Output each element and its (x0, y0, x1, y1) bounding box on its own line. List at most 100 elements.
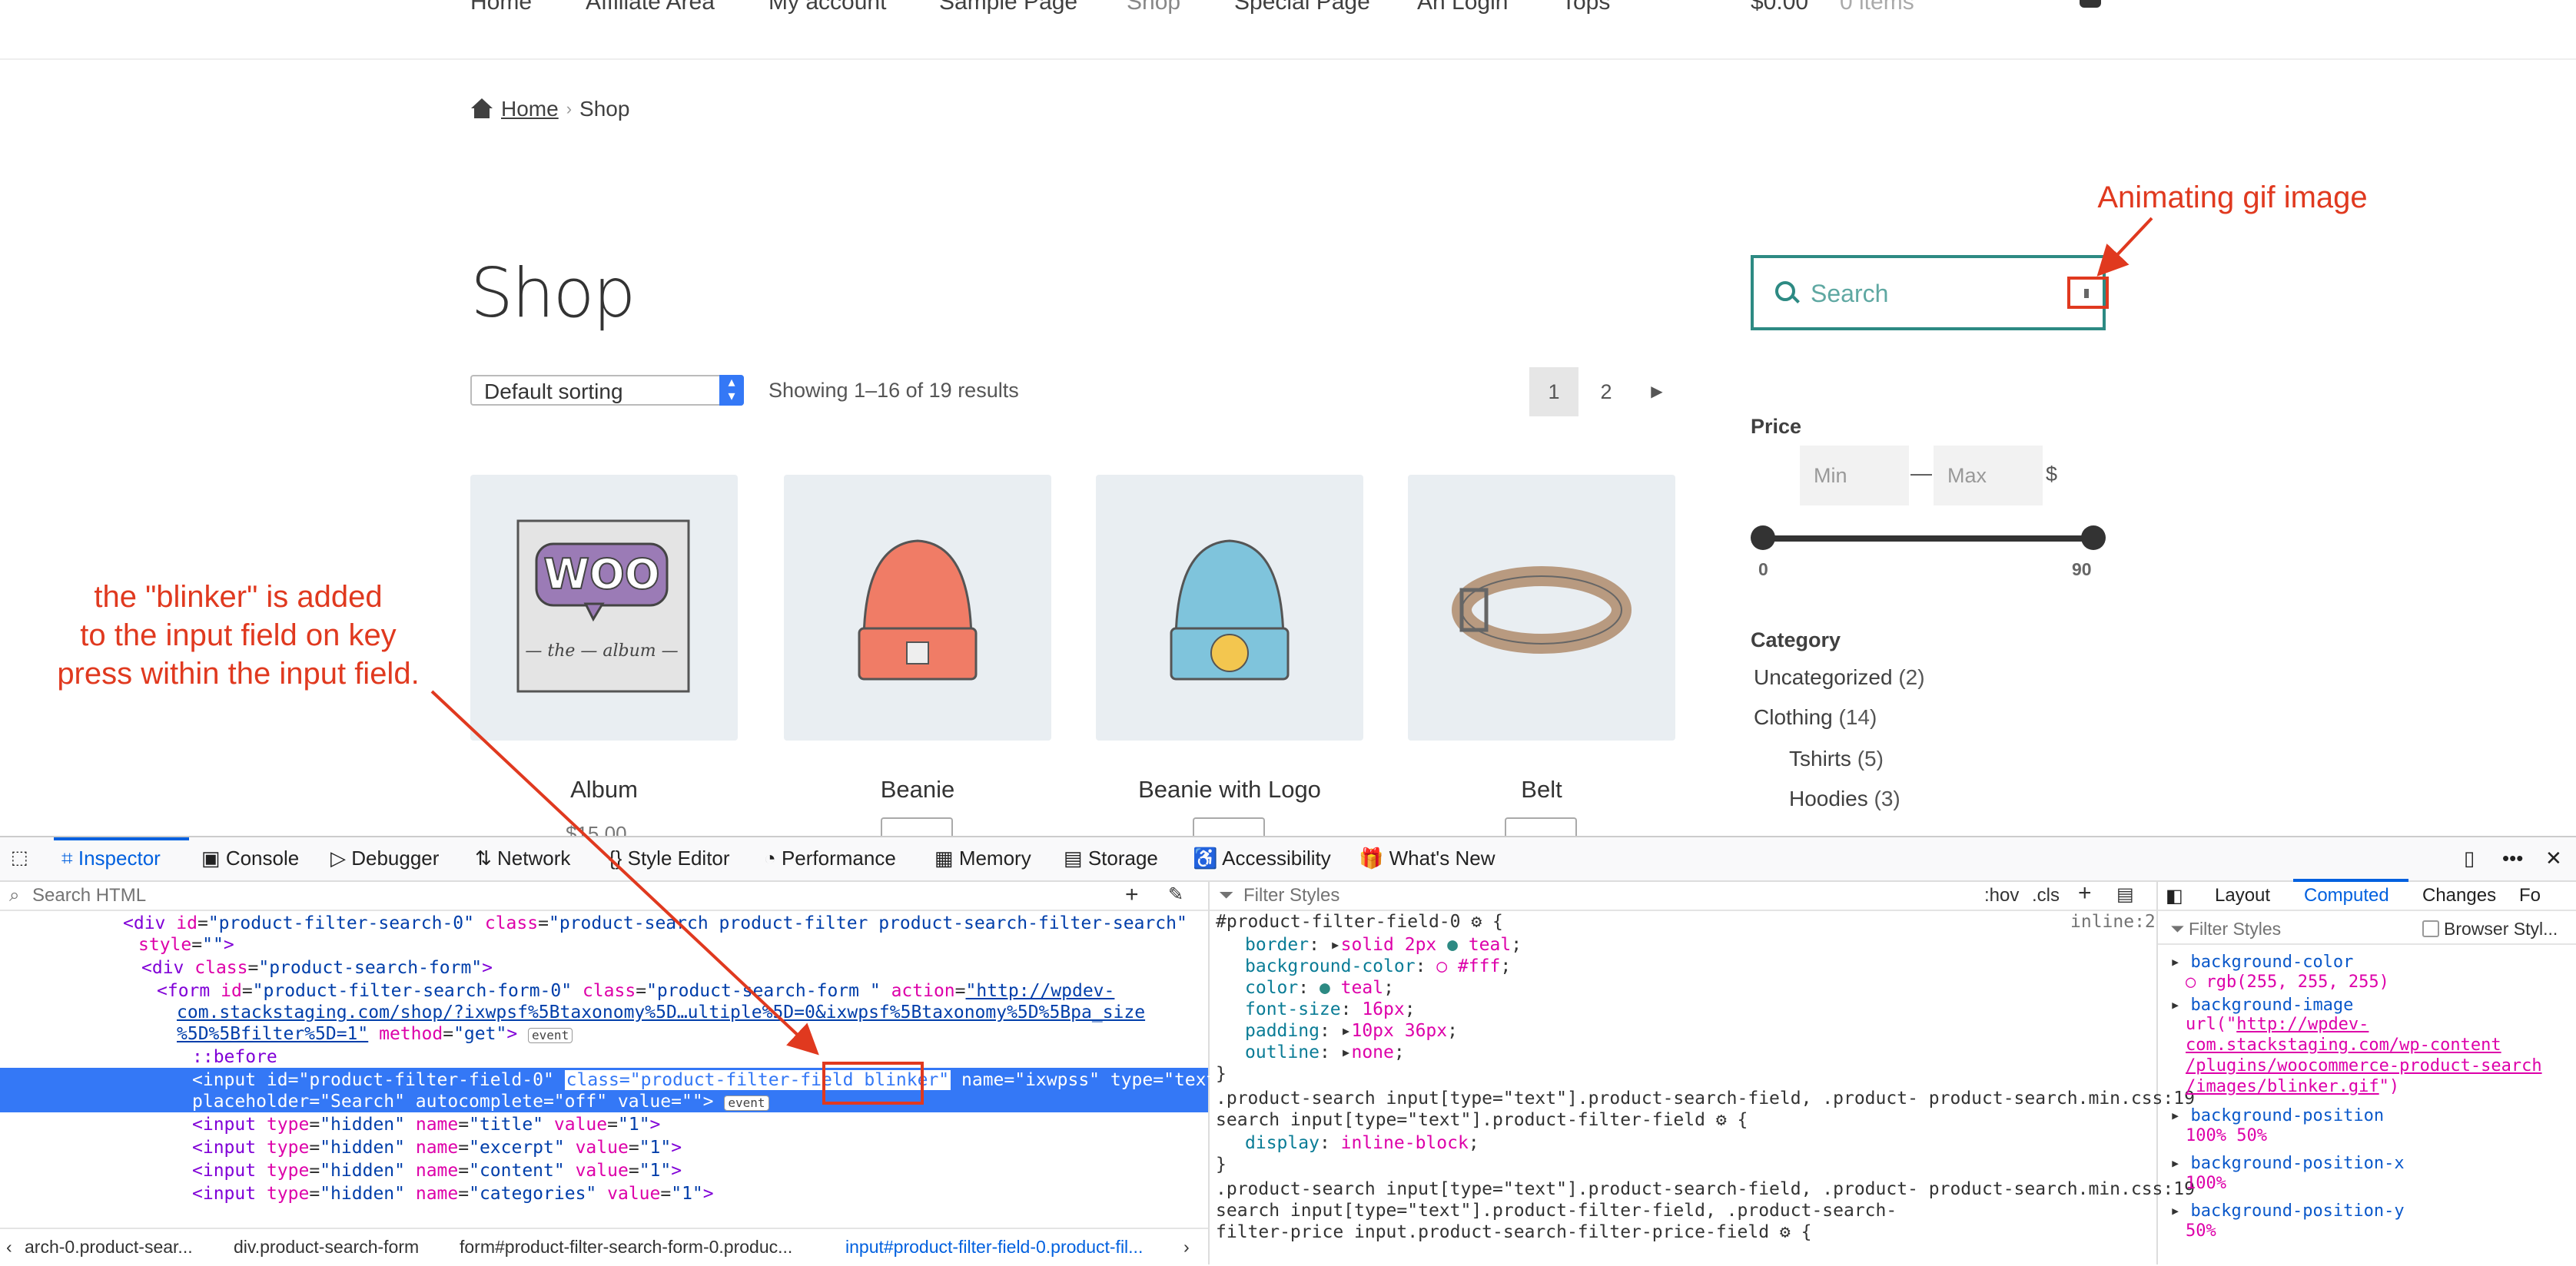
product-name-beanie[interactable]: Beanie (784, 776, 1051, 804)
tab-network[interactable]: ⇅ Network (475, 847, 570, 870)
nav-an-login[interactable]: An Login (1417, 0, 1508, 15)
markup-line-selected[interactable]: <input id="product-filter-field-0" class… (192, 1069, 1227, 1092)
rule-declaration[interactable]: background-color: ○ #fff; (1245, 956, 1511, 978)
tab-accessibility[interactable]: ♿ Accessibility (1193, 847, 1331, 870)
price-slider-min-handle[interactable] (1751, 525, 1775, 550)
breadcrumb-node[interactable]: arch-0.product-sear... (25, 1237, 193, 1258)
rule-selector[interactable]: #product-filter-field-0 ⚙ { (1216, 911, 1503, 933)
page-2-link[interactable]: 2 (1582, 367, 1631, 416)
price-slider-max-handle[interactable] (2081, 525, 2106, 550)
markup-line[interactable]: ::before (192, 1046, 277, 1069)
rule-declaration[interactable]: border: ▸solid 2px ● teal; (1245, 934, 1522, 956)
markup-line[interactable]: <input type="hidden" name="content" valu… (192, 1160, 682, 1182)
rule-selector[interactable]: .product-search input[type="text"].produ… (1216, 1178, 2195, 1201)
markup-line[interactable]: <input type="hidden" name="title" value=… (192, 1114, 660, 1136)
cart-total[interactable]: $0.00 (1751, 0, 1808, 15)
tab-whats-new[interactable]: 🎁 What's New (1359, 847, 1495, 870)
nav-sample-page[interactable]: Sample Page (939, 0, 1077, 15)
tab-console[interactable]: ▣ Console (201, 847, 299, 870)
nav-tops[interactable]: Tops (1562, 0, 1610, 15)
sorting-select[interactable]: Default sorting ▴ ▾ (470, 375, 744, 406)
computed-property[interactable]: ▸ background-position-y (2170, 1200, 2405, 1222)
add-rule-icon[interactable]: + (2078, 880, 2092, 906)
rule-declaration[interactable]: outline: ▸none; (1245, 1042, 1405, 1064)
rule-declaration[interactable]: padding: ▸10px 36px; (1245, 1020, 1458, 1042)
nav-special-page[interactable]: Special Page (1234, 0, 1370, 15)
tab-changes[interactable]: Changes (2422, 885, 2496, 906)
class-toggle[interactable]: .cls (2032, 885, 2060, 906)
browser-styles-checkbox[interactable] (2422, 920, 2439, 937)
tab-memory[interactable]: ▦ Memory (934, 847, 1031, 870)
price-slider-track[interactable] (1763, 535, 2093, 542)
rule-declaration[interactable]: font-size: 16px; (1245, 999, 1416, 1021)
breadcrumb-node-selected[interactable]: input#product-filter-field-0.product-fil… (845, 1237, 1143, 1258)
chevron-left-icon[interactable]: ‹ (6, 1237, 12, 1258)
product-image-beanie[interactable] (784, 475, 1051, 741)
tab-inspector[interactable]: ⌗ Inspector (61, 847, 161, 871)
computed-filter-input[interactable]: Filter Styles (2189, 919, 2281, 940)
caret-right-icon[interactable]: ▶ (1632, 367, 1681, 416)
product-name-beanie-with-logo[interactable]: Beanie with Logo (1096, 776, 1363, 804)
tab-computed[interactable]: Computed (2304, 885, 2389, 906)
product-search-input[interactable]: Search (1751, 255, 2106, 330)
product-name-album[interactable]: Album (470, 776, 738, 804)
element-picker-icon[interactable]: ⬚ (11, 847, 28, 869)
product-name-belt[interactable]: Belt (1408, 776, 1675, 804)
tab-layout[interactable]: Layout (2215, 885, 2270, 906)
rule-selector[interactable]: .product-search input[type="text"].produ… (1216, 1088, 2195, 1110)
markup-line[interactable]: com.stackstaging.com/shop/?ixwpsf%5Btaxo… (177, 1002, 1145, 1024)
rule-declaration[interactable]: color: ● teal; (1245, 977, 1394, 999)
rule-selector[interactable]: search input[type="text"].product-filter… (1216, 1200, 1897, 1222)
nav-shop[interactable]: Shop (1127, 0, 1180, 15)
markup-line[interactable]: <div class="product-search-form"> (141, 957, 493, 979)
close-icon[interactable]: ✕ (2545, 847, 2562, 870)
breadcrumb-node[interactable]: form#product-filter-search-form-0.produc… (460, 1237, 792, 1258)
category-hoodies[interactable]: Hoodies (3) (1789, 787, 1900, 811)
hover-state-toggle[interactable]: :hov (1984, 885, 2019, 906)
filter-styles-input[interactable]: Filter Styles (1243, 885, 1339, 906)
more-options-icon[interactable]: ••• (2502, 847, 2523, 870)
rule-selector[interactable]: search input[type="text"].product-filter… (1216, 1109, 1748, 1132)
markup-line-selected[interactable]: placeholder="Search" autocomplete="off" … (192, 1091, 769, 1113)
rule-selector[interactable]: filter-price input.product-search-filter… (1216, 1221, 1811, 1244)
eyedropper-icon[interactable]: ✎ (1168, 883, 1183, 906)
markup-line[interactable]: <div id="product-filter-search-0" class=… (123, 913, 1187, 935)
tab-debugger[interactable]: ▷ Debugger (330, 847, 439, 870)
basket-icon[interactable] (2080, 0, 2101, 8)
tab-fonts[interactable]: Fo (2519, 885, 2541, 906)
computed-property[interactable]: ▸ background-image (2170, 994, 2353, 1016)
search-html-input[interactable]: Search HTML (32, 885, 146, 906)
markup-line[interactable]: <form id="product-filter-search-form-0" … (157, 980, 1114, 1003)
cart-item-count[interactable]: 0 items (1840, 0, 1914, 15)
computed-property[interactable]: ▸ background-position (2170, 1105, 2384, 1127)
price-min-input[interactable]: Min (1800, 446, 1909, 505)
computed-property[interactable]: ▸ background-position-x (2170, 1152, 2405, 1175)
category-tshirts[interactable]: Tshirts (5) (1789, 747, 1884, 771)
nav-affiliate-area[interactable]: Affiliate Area (586, 0, 715, 15)
toggle-sidebar-icon[interactable]: ◧ (2166, 885, 2183, 907)
dock-icon[interactable]: ▯ (2464, 847, 2475, 870)
price-max-input[interactable]: Max (1934, 446, 2043, 505)
chevron-right-icon[interactable]: › (1183, 1237, 1190, 1258)
computed-property[interactable]: ▸ background-color (2170, 951, 2353, 973)
nav-home[interactable]: Home (470, 0, 532, 15)
product-image-beanie-with-logo[interactable] (1096, 475, 1363, 741)
tab-storage[interactable]: ▤ Storage (1064, 847, 1158, 870)
rule-declaration[interactable]: display: inline-block; (1245, 1132, 1479, 1155)
page-1-link[interactable]: 1 (1529, 367, 1578, 416)
print-media-icon[interactable]: ▤ (2116, 883, 2134, 906)
markup-line[interactable]: <input type="hidden" name="excerpt" valu… (192, 1137, 682, 1159)
markup-line[interactable]: <input type="hidden" name="categories" v… (192, 1183, 714, 1205)
category-clothing[interactable]: Clothing (14) (1754, 705, 1877, 730)
product-image-belt[interactable] (1408, 475, 1675, 741)
markup-line[interactable]: style=""> (138, 934, 234, 956)
rule-source[interactable]: inline:2 (2070, 911, 2156, 933)
breadcrumb-node[interactable]: div.product-search-form (234, 1237, 419, 1258)
tab-performance[interactable]: ◔ Performance (764, 847, 896, 870)
markup-line[interactable]: %5D%5Bfilter%5D=1" method="get"> event (177, 1023, 573, 1046)
add-node-icon[interactable]: + (1125, 882, 1139, 908)
nav-my-account[interactable]: My account (768, 0, 886, 15)
breadcrumb-home-link[interactable]: Home (501, 97, 559, 121)
category-uncategorized[interactable]: Uncategorized (2) (1754, 665, 1925, 690)
tab-style-editor[interactable]: {} Style Editor (609, 847, 730, 870)
